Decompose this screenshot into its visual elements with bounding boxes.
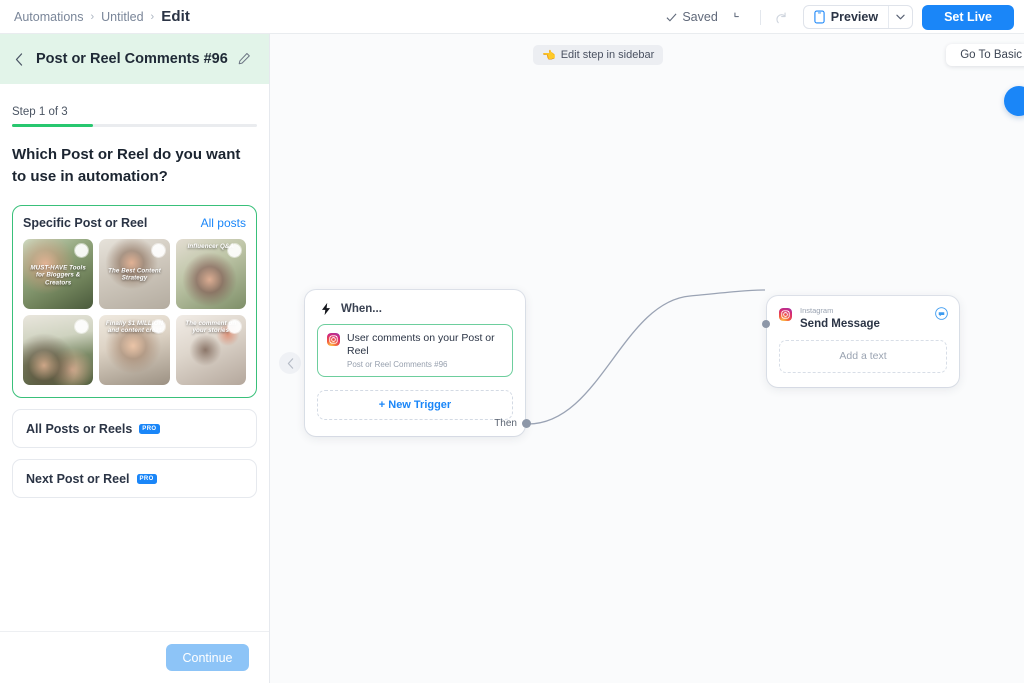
sidebar-back-button[interactable] (12, 52, 26, 66)
then-label: Then (494, 418, 517, 429)
step-indicator: Step 1 of 3 (12, 106, 68, 118)
step-progress-fill (12, 124, 93, 127)
thumbnail-select-circle[interactable] (75, 243, 89, 257)
sidebar-title: Post or Reel Comments #96 (36, 51, 228, 67)
then-connector: Then (494, 418, 531, 429)
chat-bubble-icon[interactable] (935, 307, 948, 320)
step-question: Which Post or Reel do you want to use in… (12, 146, 241, 185)
send-message-platform: Instagram (800, 306, 834, 315)
trigger-item-subtitle: Post or Reel Comments #96 (347, 360, 448, 370)
send-message-node[interactable]: Instagram Send Message Add a text (762, 296, 959, 387)
preview-button-group: Preview (802, 5, 914, 29)
top-bar: Automations › Untitled › Edit Saved Prev… (0, 0, 1024, 34)
edit-step-hint-pill: 👈 Edit step in sidebar (533, 45, 664, 65)
thumbnail-select-circle[interactable] (228, 319, 241, 333)
sidebar-rename-button[interactable] (238, 52, 252, 66)
check-icon (666, 12, 677, 22)
when-label: When... (341, 303, 382, 315)
sidebar-header: Post or Reel Comments #96 (0, 34, 269, 84)
canvas-collapse-button[interactable] (279, 352, 301, 374)
saved-status: Saved (666, 10, 718, 24)
sidebar-body: Step 1 of 3 Which Post or Reel do you wa… (0, 84, 269, 631)
specific-post-card-header: Specific Post or Reel All posts (23, 216, 246, 230)
sidebar: Post or Reel Comments #96 Step 1 of 3 Wh… (0, 34, 270, 683)
thumbnail-select-circle[interactable] (228, 243, 241, 257)
add-text-placeholder[interactable]: Add a text (779, 339, 947, 373)
thumbnail-caption: MUST-HAVE Tools for Bloggers & Creators (30, 264, 86, 287)
instagram-icon (779, 308, 792, 321)
post-thumbnail[interactable]: The comment on your stories (175, 314, 246, 386)
option-label: Next Post or Reel (26, 471, 130, 486)
set-live-button[interactable]: Set Live (922, 4, 1014, 30)
thumbnail-caption: The Best Content Strategy (108, 267, 161, 282)
breadcrumb-automations[interactable]: Automations (14, 10, 83, 24)
post-thumbnail[interactable]: Finally $1 MILLION and content creat (99, 314, 170, 386)
pencil-icon (238, 52, 250, 65)
send-message-title: Send Message (800, 317, 880, 330)
flow-canvas[interactable]: 👈 Edit step in sidebar Go To Basic When.… (270, 34, 1024, 683)
redo-icon (776, 11, 786, 23)
chevron-down-icon (896, 14, 905, 20)
breadcrumb-current: Edit (161, 8, 190, 25)
option-next-post-or-reel[interactable]: Next Post or Reel PRO (12, 459, 257, 499)
pro-badge: PRO (136, 473, 157, 484)
when-row: When... (305, 290, 525, 316)
post-thumbnail[interactable]: The Best Content Strategy (99, 238, 170, 309)
lightning-bolt-icon (321, 302, 331, 316)
step-progress-bar (12, 124, 257, 127)
post-thumbnail[interactable]: MUST-HAVE Tools for Bloggers & Creators (23, 238, 94, 309)
trigger-item-text: User comments on your Post or Reel Post … (347, 332, 503, 369)
preview-button[interactable]: Preview (804, 6, 888, 28)
then-output-handle[interactable] (522, 419, 531, 428)
redo-button[interactable] (770, 5, 794, 29)
send-message-text: Instagram Send Message (800, 307, 880, 330)
sidebar-footer: Continue (0, 631, 269, 683)
pro-badge: PRO (139, 423, 160, 434)
saved-label: Saved (682, 10, 718, 24)
thumbnail-select-circle[interactable] (151, 243, 165, 257)
specific-post-card[interactable]: Specific Post or Reel All posts MUST-HAV… (12, 204, 257, 399)
undo-button[interactable] (727, 5, 751, 29)
phone-icon (814, 10, 825, 24)
help-circle-icon[interactable] (1004, 86, 1024, 116)
instagram-icon (327, 333, 340, 346)
trigger-node[interactable]: When... User comments on your Post or Re… (305, 290, 531, 436)
chevron-left-icon (287, 357, 293, 369)
specific-post-card-title: Specific Post or Reel (23, 215, 148, 230)
toolbar-divider (759, 9, 761, 25)
send-message-header: Instagram Send Message (767, 296, 959, 330)
pointing-left-hand-icon: 👈 (542, 49, 556, 62)
option-all-posts-or-reels[interactable]: All Posts or Reels PRO (12, 409, 257, 449)
thumbnail-select-circle[interactable] (151, 319, 165, 333)
undo-icon (734, 11, 740, 17)
post-thumbnail-grid: MUST-HAVE Tools for Bloggers & Creators … (23, 238, 246, 386)
trigger-item-title: User comments on your Post or Reel (347, 332, 495, 358)
continue-button[interactable]: Continue (166, 644, 249, 671)
new-trigger-button[interactable]: + New Trigger (317, 390, 513, 421)
breadcrumb-separator-2: › (150, 10, 155, 23)
post-thumbnail[interactable] (23, 314, 94, 386)
go-to-basic-button[interactable]: Go To Basic (946, 44, 1024, 66)
chevron-left-icon (15, 52, 23, 66)
post-thumbnail[interactable]: Influencer Q&A (175, 238, 246, 309)
trigger-item[interactable]: User comments on your Post or Reel Post … (317, 324, 513, 378)
top-bar-actions: Saved Preview Set Live (666, 0, 1014, 34)
app-root: Automations › Untitled › Edit Saved Prev… (0, 0, 1024, 683)
preview-dropdown-button[interactable] (888, 6, 912, 28)
breadcrumb: Automations › Untitled › Edit (14, 8, 190, 25)
breadcrumb-untitled[interactable]: Untitled (101, 10, 143, 24)
all-posts-link[interactable]: All posts (201, 216, 246, 230)
edit-step-hint-label: Edit step in sidebar (560, 49, 655, 61)
breadcrumb-separator-1: › (90, 10, 95, 23)
option-label: All Posts or Reels (26, 421, 133, 436)
preview-label: Preview (830, 10, 879, 24)
